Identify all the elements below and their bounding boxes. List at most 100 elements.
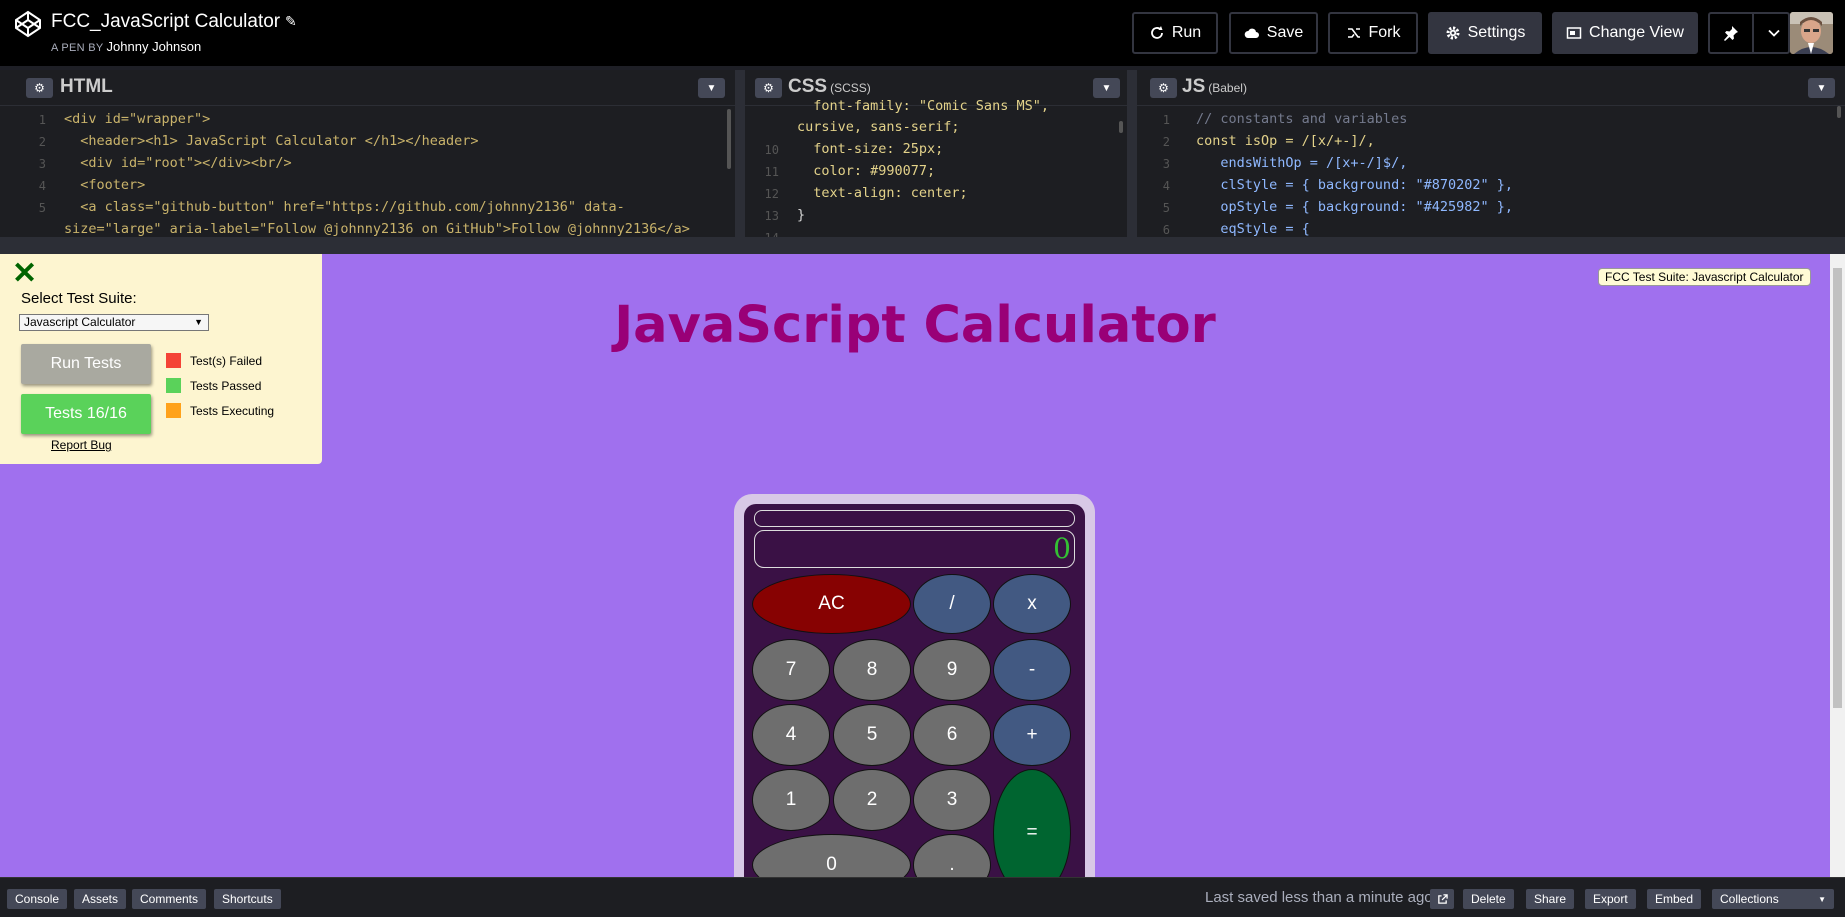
- css-editor-scrollbar[interactable]: [1119, 121, 1123, 133]
- line-number: 10: [764, 143, 779, 157]
- code-line: const isOp = /[x/+-]/,: [1196, 133, 1375, 149]
- top-bar: FCC_JavaScript Calculator ✎ A PEN BY John…: [0, 0, 1845, 66]
- code-line: <div id="root"></div><br/>: [64, 155, 292, 171]
- legend-swatch: [166, 403, 181, 418]
- tests-result-button[interactable]: Tests 16/16: [21, 394, 151, 434]
- gear-icon[interactable]: ⚙: [26, 78, 53, 98]
- code-line: clStyle = { background: "#870202" },: [1196, 177, 1513, 193]
- equals-button[interactable]: =: [993, 769, 1071, 877]
- codepen-logo-icon[interactable]: [14, 10, 42, 38]
- html-editor-title-text: HTML: [60, 76, 113, 97]
- line-number: 1: [1162, 113, 1170, 127]
- assets-button[interactable]: Assets: [74, 889, 127, 909]
- code-line: cursive, sans-serif;: [797, 119, 960, 135]
- decimal-button[interactable]: .: [913, 834, 991, 877]
- six-button[interactable]: 6: [913, 704, 991, 766]
- pin-icon[interactable]: [1710, 14, 1754, 52]
- one-button[interactable]: 1: [752, 769, 830, 831]
- subtract-button[interactable]: -: [993, 639, 1071, 701]
- pen-title[interactable]: FCC_JavaScript Calculator: [51, 11, 280, 33]
- pen-author-link[interactable]: Johnny Johnson: [107, 39, 202, 54]
- test-suite-selected: Javascript Calculator: [24, 315, 136, 329]
- save-button[interactable]: Save: [1229, 12, 1318, 54]
- pin-button[interactable]: [1708, 12, 1790, 54]
- chevron-down-icon[interactable]: ▼: [1808, 78, 1835, 98]
- console-button[interactable]: Console: [7, 889, 68, 909]
- pencil-icon[interactable]: ✎: [285, 13, 297, 30]
- code-line: <header><h1> JavaScript Calculator </h1>…: [64, 133, 479, 149]
- chevron-down-icon[interactable]: ▼: [698, 78, 725, 98]
- test-suite-select[interactable]: Javascript Calculator ▼: [19, 314, 209, 331]
- html-code[interactable]: 1 <div id="wrapper"> 2 <header><h1> Java…: [0, 106, 735, 237]
- three-button[interactable]: 3: [913, 769, 991, 831]
- code-line: color: #990077;: [797, 163, 936, 179]
- code-line: eqStyle = {: [1196, 221, 1310, 237]
- divide-button[interactable]: /: [913, 574, 991, 634]
- close-icon[interactable]: ✕: [12, 259, 37, 289]
- avatar[interactable]: [1790, 12, 1833, 54]
- external-link-icon[interactable]: [1430, 889, 1454, 909]
- settings-button-label: Settings: [1467, 24, 1526, 41]
- preview-scrollbar-thumb[interactable]: [1833, 268, 1842, 708]
- seven-button[interactable]: 7: [752, 639, 830, 701]
- gear-icon[interactable]: ⚙: [1150, 78, 1177, 98]
- line-number: 3: [38, 157, 46, 171]
- change-view-button-label: Change View: [1589, 24, 1684, 41]
- js-editor-subtitle: (Babel): [1208, 81, 1247, 95]
- nine-button[interactable]: 9: [913, 639, 991, 701]
- fork-button-label: Fork: [1368, 24, 1401, 41]
- fcc-test-suite-panel: ✕ Select Test Suite: Javascript Calculat…: [0, 254, 322, 464]
- zero-button[interactable]: 0: [752, 834, 911, 877]
- delete-button[interactable]: Delete: [1463, 889, 1514, 909]
- fork-button[interactable]: Fork: [1328, 12, 1418, 54]
- legend-label: Tests Passed: [190, 378, 262, 393]
- gear-icon[interactable]: ⚙: [755, 78, 782, 98]
- add-button[interactable]: +: [993, 704, 1071, 766]
- share-button[interactable]: Share: [1526, 889, 1575, 909]
- css-code[interactable]: font-family: "Comic Sans MS", cursive, s…: [745, 98, 1127, 237]
- chevron-down-icon[interactable]: [1761, 27, 1788, 39]
- pen-by: A PEN BY Johnny Johnson: [51, 39, 201, 54]
- export-button[interactable]: Export: [1585, 889, 1636, 909]
- line-number: 4: [1162, 179, 1170, 193]
- embed-button[interactable]: Embed: [1647, 889, 1702, 909]
- formula-display: [754, 510, 1075, 527]
- change-view-button[interactable]: Change View: [1552, 12, 1698, 54]
- fcc-test-suite-badge[interactable]: FCC Test Suite: Javascript Calculator: [1598, 268, 1811, 286]
- four-button[interactable]: 4: [752, 704, 830, 766]
- editor-resize-handle[interactable]: [0, 237, 1845, 254]
- two-button[interactable]: 2: [833, 769, 911, 831]
- gear-icon: [1446, 26, 1460, 40]
- js-editor-scrollbar[interactable]: [1837, 106, 1841, 118]
- chevron-down-icon: ▼: [194, 317, 203, 327]
- collections-button[interactable]: Collections ▼: [1712, 889, 1834, 909]
- code-line: }: [797, 207, 806, 223]
- calculator-frame: 0 AC / x 7 8 9 - 4 5 6 + 1 2 3 = 0 .: [734, 494, 1095, 877]
- pane-divider[interactable]: [735, 70, 745, 237]
- report-bug-link[interactable]: Report Bug: [51, 438, 112, 452]
- code-line: <footer>: [64, 177, 146, 193]
- js-code[interactable]: 1 // constants and variables 2 const isO…: [1137, 106, 1845, 237]
- html-editor-scrollbar[interactable]: [727, 109, 731, 169]
- css-editor-title: CSS (SCSS): [788, 76, 871, 98]
- line-number: 5: [1162, 201, 1170, 215]
- code-line: <a class="github-button" href="https://g…: [64, 199, 625, 215]
- comments-button[interactable]: Comments: [132, 889, 207, 909]
- collections-label: Collections: [1720, 892, 1779, 906]
- code-line: size="large" aria-label="Follow @johnny2…: [64, 221, 690, 237]
- save-button-label: Save: [1266, 24, 1304, 41]
- shortcuts-button[interactable]: Shortcuts: [214, 889, 281, 909]
- five-button[interactable]: 5: [833, 704, 911, 766]
- pane-divider[interactable]: [1127, 70, 1137, 237]
- preview-scrollbar[interactable]: [1830, 254, 1845, 877]
- eight-button[interactable]: 8: [833, 639, 911, 701]
- settings-button[interactable]: Settings: [1428, 12, 1542, 54]
- line-number: 2: [1162, 135, 1170, 149]
- chevron-down-icon[interactable]: ▼: [1093, 78, 1120, 98]
- clear-button[interactable]: AC: [752, 574, 911, 634]
- js-editor-header: ⚙ JS (Babel) ▼: [1137, 70, 1845, 106]
- run-tests-button[interactable]: Run Tests: [21, 344, 151, 384]
- run-button[interactable]: Run: [1132, 12, 1218, 54]
- multiply-button[interactable]: x: [993, 574, 1071, 634]
- pen-by-label: A PEN BY: [51, 42, 104, 54]
